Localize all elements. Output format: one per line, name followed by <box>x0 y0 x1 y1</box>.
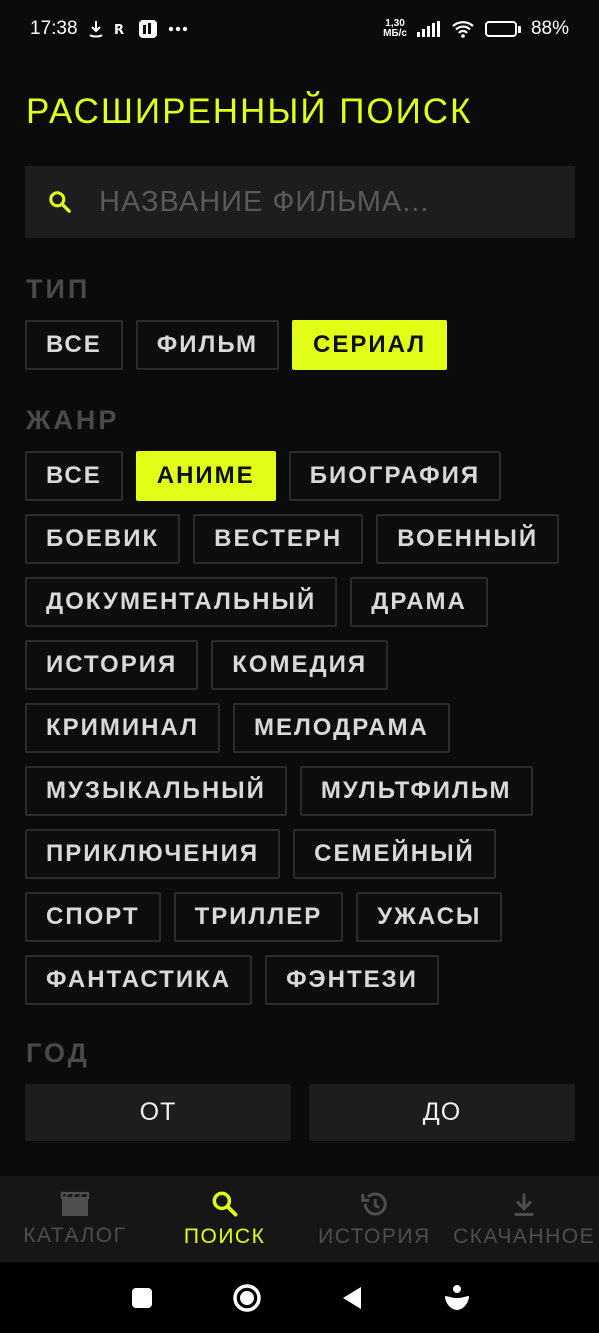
wifi-icon <box>451 20 475 38</box>
app-icon <box>138 19 158 39</box>
nav-label-catalog: КАТАЛОГ <box>23 1224 127 1247</box>
more-dots-icon <box>168 26 188 32</box>
network-speed-unit: МБ/с <box>383 28 407 39</box>
year-from-button[interactable]: ОТ <box>25 1084 291 1141</box>
back-button[interactable] <box>332 1278 372 1318</box>
battery-percent: 88% <box>530 18 569 39</box>
status-bar: 17:38 R 1,30 МБ/с 88% <box>0 0 599 58</box>
type-chip-2[interactable]: СЕРИАЛ <box>291 320 448 370</box>
genre-chip-18[interactable]: УЖАСЫ <box>356 892 503 942</box>
genre-chip-0[interactable]: ВСЕ <box>25 451 123 501</box>
genre-chip-1[interactable]: АНИМЕ <box>135 451 276 501</box>
signal-icon <box>416 21 441 37</box>
genre-chip-13[interactable]: МУЛЬТФИЛЬМ <box>299 766 533 816</box>
bottom-navigation: КАТАЛОГ ПОИСК ИСТОРИЯ СКАЧАННОЕ <box>0 1176 599 1262</box>
page-title: РАСШИРЕННЫЙ ПОИСК <box>26 92 473 131</box>
genre-chip-7[interactable]: ДРАМА <box>350 577 488 627</box>
nav-item-search[interactable]: ПОИСК <box>150 1176 300 1262</box>
search-icon <box>210 1189 240 1219</box>
search-icon <box>47 189 73 215</box>
recent-apps-button[interactable] <box>122 1278 162 1318</box>
nav-label-search: ПОИСК <box>183 1225 266 1248</box>
genre-chip-11[interactable]: МЕЛОДРАМА <box>232 703 450 753</box>
genre-chip-20[interactable]: ФЭНТЕЗИ <box>265 955 439 1005</box>
genre-chip-17[interactable]: ТРИЛЛЕР <box>173 892 344 942</box>
status-bar-right: 1,30 МБ/с 88% <box>383 18 569 40</box>
history-icon <box>358 1189 390 1219</box>
genre-chip-2[interactable]: БИОГРАФИЯ <box>288 451 502 501</box>
year-to-button[interactable]: ДО <box>309 1084 575 1141</box>
download-icon <box>88 20 104 38</box>
nav-item-catalog[interactable]: КАТАЛОГ <box>0 1176 150 1262</box>
genre-chip-9[interactable]: КОМЕДИЯ <box>211 640 389 690</box>
type-chip-1[interactable]: ФИЛЬМ <box>135 320 279 370</box>
search-bar[interactable] <box>25 166 575 238</box>
genre-chip-10[interactable]: КРИМИНАЛ <box>25 703 220 753</box>
genre-filter-group: ВСЕ АНИМЕ БИОГРАФИЯ БОЕВИК ВЕСТЕРН ВОЕННЫЙ ДОК… <box>25 451 585 1005</box>
svg-text:R: R <box>114 23 124 37</box>
genre-chip-12[interactable]: МУЗЫКАЛЬНЫЙ <box>25 766 287 816</box>
genre-chip-16[interactable]: СПОРТ <box>25 892 161 942</box>
search-input[interactable] <box>97 184 541 220</box>
genre-chip-5[interactable]: ВОЕННЫЙ <box>376 514 560 564</box>
type-section-label: ТИП <box>26 274 91 304</box>
genre-chip-15[interactable]: СЕМЕЙНЫЙ <box>293 829 496 879</box>
type-chip-0[interactable]: ВСЕ <box>25 320 123 370</box>
year-range: ОТ ДО <box>25 1084 575 1141</box>
genre-chip-6[interactable]: ДОКУМЕНТАЛЬНЫЙ <box>25 577 338 627</box>
assistant-button[interactable] <box>437 1278 477 1318</box>
radio-icon: R <box>114 21 128 37</box>
status-bar-left: 17:38 R <box>30 18 188 40</box>
genre-chip-4[interactable]: ВЕСТЕРН <box>193 514 364 564</box>
genre-chip-14[interactable]: ПРИКЛЮЧЕНИЯ <box>25 829 281 879</box>
download-icon <box>510 1189 538 1219</box>
nav-label-downloads: СКАЧАННОЕ <box>453 1225 596 1248</box>
genre-section-label: ЖАНР <box>26 405 120 435</box>
type-filter-group: ВСЕ ФИЛЬМ СЕРИАЛ <box>25 320 585 370</box>
network-speed: 1,30 МБ/с <box>383 19 407 39</box>
nav-item-history[interactable]: ИСТОРИЯ <box>300 1176 450 1262</box>
genre-chip-19[interactable]: ФАНТАСТИКА <box>25 955 253 1005</box>
status-time: 17:38 <box>30 18 78 39</box>
nav-label-history: ИСТОРИЯ <box>318 1225 431 1248</box>
system-navigation-bar <box>0 1262 599 1333</box>
genre-chip-8[interactable]: ИСТОРИЯ <box>25 640 199 690</box>
nav-item-downloads[interactable]: СКАЧАННОЕ <box>449 1176 599 1262</box>
genre-chip-3[interactable]: БОЕВИК <box>25 514 181 564</box>
home-button[interactable] <box>227 1278 267 1318</box>
year-section-label: ГОД <box>26 1038 90 1068</box>
clapperboard-icon <box>60 1190 90 1218</box>
battery-icon <box>484 21 521 37</box>
